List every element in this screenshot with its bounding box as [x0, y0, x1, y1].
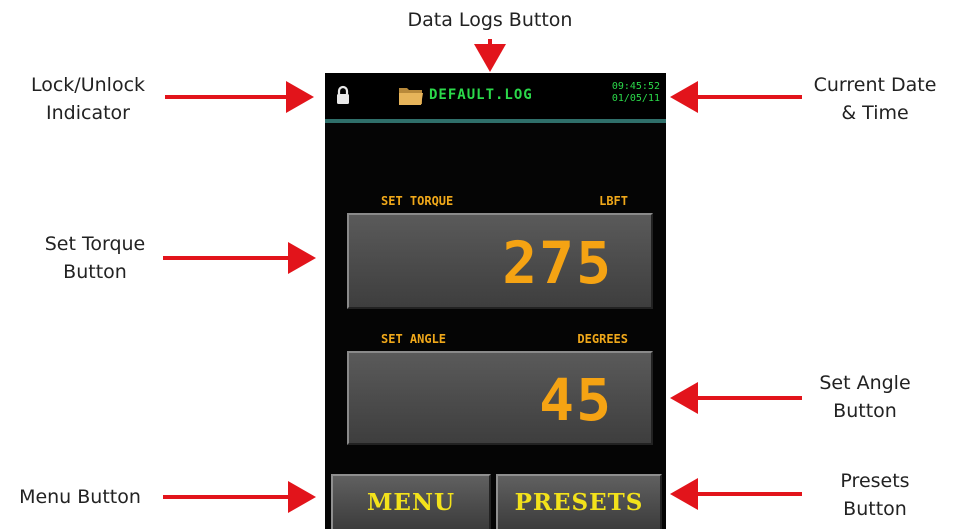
angle-unit-label: DEGREES [577, 332, 628, 346]
angle-value: 45 [539, 366, 613, 434]
current-time: 09:45:52 [611, 81, 660, 92]
set-torque-button[interactable]: 275 [347, 213, 653, 309]
current-date-time: 09:45:52 01/05/11 [612, 81, 660, 105]
callout-menu: Menu Button [19, 486, 141, 508]
status-bar: DEFAULT.LOG 09:45:52 01/05/11 [325, 73, 666, 123]
current-date: 01/05/11 [611, 93, 660, 104]
set-torque-label: SET TORQUE [381, 194, 454, 208]
callout-data-logs: Data Logs Button [407, 9, 573, 31]
set-angle-label: SET ANGLE [381, 332, 447, 346]
folder-icon [399, 88, 423, 105]
callout-presets: Presets Button [840, 470, 910, 520]
set-angle-button[interactable]: 45 [347, 351, 653, 445]
lock-icon [337, 85, 349, 104]
presets-button[interactable]: PRESETS [496, 474, 662, 529]
callout-lock-indicator: Lock/Unlock Indicator [30, 74, 146, 124]
callout-set-torque: Set Torque Button [44, 233, 146, 283]
torque-value: 275 [502, 229, 613, 297]
log-file-name: DEFAULT.LOG [429, 87, 533, 103]
callout-set-angle: Set Angle Button [819, 372, 911, 422]
menu-button[interactable]: MENU [331, 474, 491, 529]
device-screen: DEFAULT.LOG 09:45:52 01/05/11 SET TORQUE… [325, 73, 666, 529]
torque-unit-label: LBFT [599, 194, 628, 208]
callout-datetime: Current Date & Time [813, 74, 937, 124]
annotated-device-diagram: Data Logs Button Lock/Unlock Indicator C… [0, 0, 962, 529]
